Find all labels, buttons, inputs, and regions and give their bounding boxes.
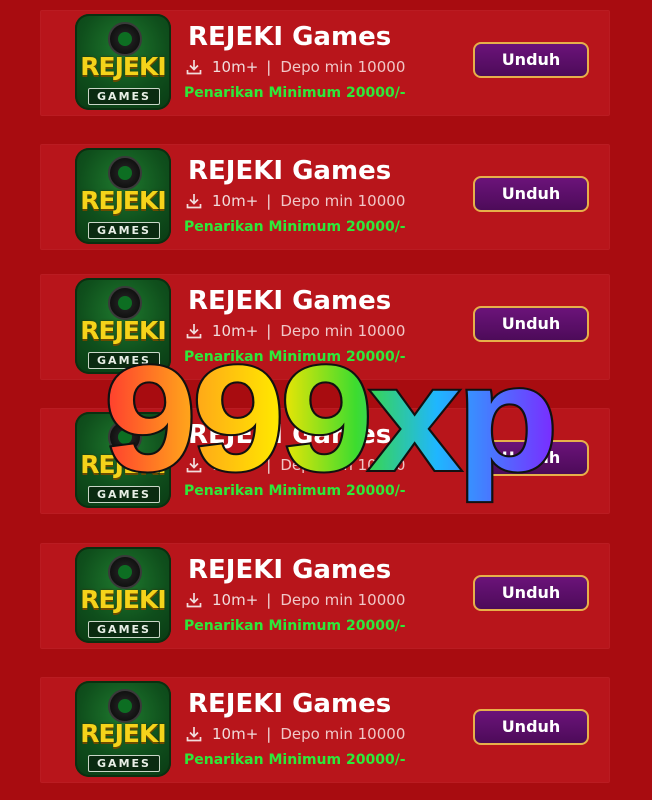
meta-separator: |: [266, 591, 272, 609]
withdrawal-minimum: Penarikan Minimum 20000/-: [184, 85, 406, 101]
app-card[interactable]: REJEKI GAMES REJEKI Games 10m+ | Depo mi…: [40, 144, 610, 250]
app-icon-brand: REJEKI: [80, 585, 166, 614]
app-title[interactable]: REJEKI Games: [188, 156, 391, 186]
app-icon[interactable]: REJEKI GAMES: [75, 681, 171, 777]
download-button[interactable]: Unduh: [473, 42, 589, 78]
app-icon-brand: REJEKI: [80, 719, 166, 748]
app-icon-sub: GAMES: [88, 222, 160, 239]
download-icon: [186, 727, 202, 742]
withdrawal-minimum: Penarikan Minimum 20000/-: [184, 618, 406, 634]
app-icon-sub: GAMES: [88, 621, 160, 638]
casino-chip-icon: [108, 689, 142, 723]
app-card[interactable]: REJEKI GAMES REJEKI Games 10m+ | Depo mi…: [40, 677, 610, 783]
app-title[interactable]: REJEKI Games: [188, 286, 391, 316]
watermark-logo: 999xp: [102, 332, 560, 504]
app-icon-brand: REJEKI: [80, 52, 166, 81]
casino-chip-icon: [108, 555, 142, 589]
deposit-minimum: Depo min 10000: [280, 591, 406, 609]
app-title[interactable]: REJEKI Games: [188, 22, 391, 52]
watermark-text: 999xp: [104, 334, 554, 502]
meta-separator: |: [266, 725, 272, 743]
app-card[interactable]: REJEKI GAMES REJEKI Games 10m+ | Depo mi…: [40, 10, 610, 116]
casino-chip-icon: [108, 156, 142, 190]
app-icon-sub: GAMES: [88, 88, 160, 105]
app-meta: 10m+ | Depo min 10000: [185, 58, 405, 76]
app-card[interactable]: REJEKI GAMES REJEKI Games 10m+ | Depo mi…: [40, 543, 610, 649]
app-title[interactable]: REJEKI Games: [188, 689, 391, 719]
app-icon[interactable]: REJEKI GAMES: [75, 547, 171, 643]
deposit-minimum: Depo min 10000: [280, 58, 406, 76]
download-icon: [186, 593, 202, 608]
app-meta: 10m+ | Depo min 10000: [185, 192, 405, 210]
app-icon-brand: REJEKI: [80, 186, 166, 215]
casino-chip-icon: [108, 286, 142, 320]
download-count: 10m+: [212, 58, 259, 76]
app-meta: 10m+ | Depo min 10000: [185, 591, 405, 609]
deposit-minimum: Depo min 10000: [280, 192, 406, 210]
app-meta: 10m+ | Depo min 10000: [185, 725, 405, 743]
withdrawal-minimum: Penarikan Minimum 20000/-: [184, 752, 406, 768]
casino-chip-icon: [108, 22, 142, 56]
deposit-minimum: Depo min 10000: [280, 725, 406, 743]
download-button[interactable]: Unduh: [473, 709, 589, 745]
download-icon: [186, 60, 202, 75]
download-count: 10m+: [212, 725, 259, 743]
download-count: 10m+: [212, 591, 259, 609]
app-icon[interactable]: REJEKI GAMES: [75, 148, 171, 244]
download-button[interactable]: Unduh: [473, 176, 589, 212]
download-icon: [186, 194, 202, 209]
withdrawal-minimum: Penarikan Minimum 20000/-: [184, 219, 406, 235]
meta-separator: |: [266, 58, 272, 76]
download-button[interactable]: Unduh: [473, 575, 589, 611]
app-title[interactable]: REJEKI Games: [188, 555, 391, 585]
meta-separator: |: [266, 192, 272, 210]
app-icon[interactable]: REJEKI GAMES: [75, 14, 171, 110]
app-icon-sub: GAMES: [88, 755, 160, 772]
download-count: 10m+: [212, 192, 259, 210]
